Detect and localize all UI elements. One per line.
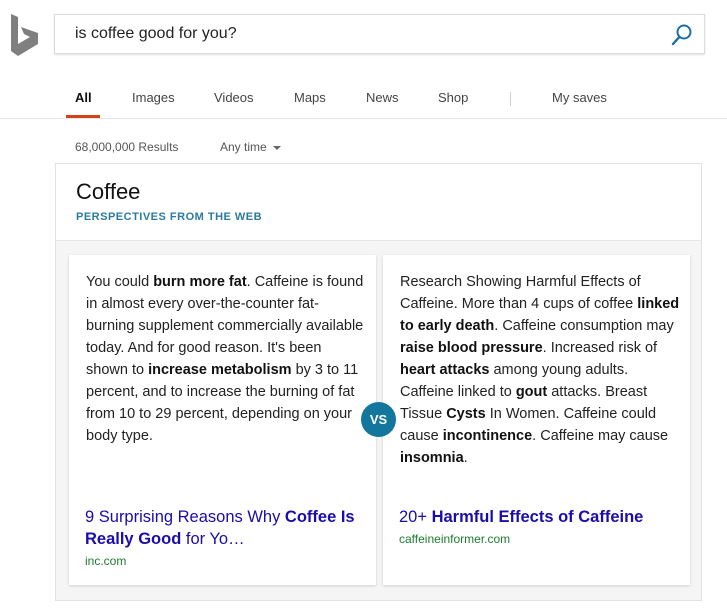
tab-maps[interactable]: Maps — [294, 90, 326, 105]
results-count: 68,000,000 Results — [75, 140, 179, 154]
search-box — [54, 14, 705, 54]
perspective-right: Research Showing Harmful Effects of Caff… — [383, 255, 690, 585]
vs-badge: VS — [361, 402, 396, 437]
card-header: Coffee PERSPECTIVES FROM THE WEB — [56, 164, 701, 241]
time-filter-dropdown[interactable]: Any time — [220, 140, 281, 154]
perspective-right-link[interactable]: 20+ Harmful Effects of Caffeine — [399, 506, 674, 528]
card-body: You could burn more fat. Caffeine is fou… — [56, 241, 701, 600]
search-icon — [671, 24, 692, 46]
tab-my-saves[interactable]: My saves — [552, 90, 607, 105]
search-button[interactable] — [670, 23, 694, 47]
perspective-left-text: You could burn more fat. Caffeine is fou… — [86, 274, 364, 444]
tab-videos[interactable]: Videos — [214, 90, 254, 105]
tab-news[interactable]: News — [366, 90, 399, 105]
time-filter-label: Any time — [220, 140, 267, 154]
nav-divider — [0, 118, 727, 119]
tab-images[interactable]: Images — [132, 90, 175, 105]
perspective-left: You could burn more fat. Caffeine is fou… — [69, 255, 376, 585]
tab-shop[interactable]: Shop — [438, 90, 468, 105]
search-input[interactable] — [75, 23, 655, 45]
perspectives-card: Coffee PERSPECTIVES FROM THE WEB You cou… — [55, 163, 702, 601]
perspective-left-link[interactable]: 9 Surprising Reasons Why Coffee Is Reall… — [85, 506, 360, 550]
bing-logo-icon[interactable] — [10, 14, 40, 56]
nav-separator — [510, 92, 511, 106]
perspective-right-domain: caffeineinformer.com — [399, 532, 511, 546]
perspective-right-text: Research Showing Harmful Effects of Caff… — [400, 274, 680, 466]
scope-nav: All Images Videos Maps News Shop My save… — [0, 82, 727, 118]
caret-down-icon — [272, 145, 281, 150]
card-title: Coffee — [76, 179, 141, 204]
perspective-left-domain: inc.com — [85, 554, 127, 568]
tab-all[interactable]: All — [75, 90, 92, 105]
card-subtitle: PERSPECTIVES FROM THE WEB — [76, 211, 263, 223]
